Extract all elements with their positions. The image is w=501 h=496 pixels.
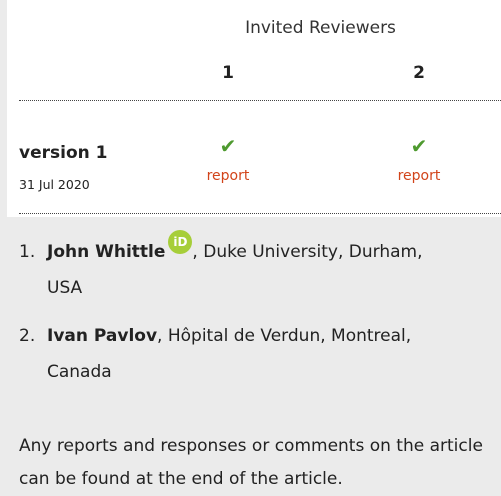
reviewer-country: Canada	[47, 362, 112, 382]
reviewer-column-1: 1	[222, 63, 234, 83]
reviewer-affiliation: , Hôpital de Verdun, Montreal,	[157, 326, 412, 346]
reviewer-item-1: 1. John Whittle iD, Duke University, Durh…	[19, 230, 489, 306]
divider	[19, 213, 501, 214]
report-link-2[interactable]: report	[379, 168, 459, 184]
version-label: version 1	[19, 143, 108, 163]
reviewer-index: 2.	[19, 326, 36, 346]
reviewer-country: USA	[47, 278, 83, 298]
reviewer-item-2: 2. Ivan Pavlov, Hôpital de Verdun, Montr…	[19, 318, 489, 390]
divider	[19, 100, 501, 101]
reviewer-column-2: 2	[413, 63, 425, 83]
reports-note: Any reports and responses or comments on…	[19, 436, 483, 489]
orcid-icon[interactable]: iD	[168, 230, 193, 254]
check-icon: ✔	[410, 134, 428, 158]
check-icon: ✔	[219, 134, 237, 158]
reviewer-name-link[interactable]: Ivan Pavlov	[47, 326, 157, 346]
reviewer-list: 1. John Whittle iD, Duke University, Durh…	[19, 230, 489, 402]
reviewer-affiliation: , Duke University, Durham,	[192, 242, 423, 262]
invited-reviewers-heading: Invited Reviewers	[245, 18, 396, 38]
version-date: 31 Jul 2020	[19, 177, 90, 192]
report-link-1[interactable]: report	[188, 168, 268, 184]
reviewer-index: 1.	[19, 242, 36, 262]
reviewer-name-link[interactable]: John Whittle	[47, 242, 165, 262]
